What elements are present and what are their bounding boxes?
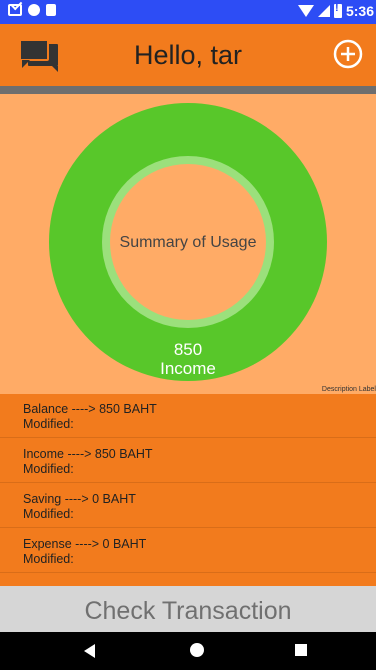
list-item-income[interactable]: Income ----> 850 BAHT Modified:: [0, 439, 376, 483]
status-bar-left: [8, 4, 56, 16]
chart-center-text: Summary of Usage: [119, 234, 257, 251]
circle-icon: [28, 4, 40, 16]
app-bar-divider: [0, 86, 376, 94]
gmail-icon: [8, 4, 22, 16]
list-item-modified: Modified:: [23, 507, 74, 521]
battery-icon: [333, 2, 342, 18]
app-bar: Hello, tar: [0, 24, 376, 86]
slice-value: 850: [173, 340, 203, 359]
screen: 5:36 Hello, tar Summary of Usage 850 Inc…: [0, 0, 376, 670]
list-item-modified: Modified:: [23, 552, 74, 566]
list-item-modified: Modified:: [23, 417, 74, 431]
list-item-modified: Modified:: [23, 462, 74, 476]
list-item-expense[interactable]: Expense ----> 0 BAHT Modified:: [0, 529, 376, 573]
list-item-title: Expense ----> 0 BAHT: [23, 537, 147, 551]
recent-apps-icon[interactable]: [295, 644, 307, 656]
list-item-title: Saving ----> 0 BAHT: [23, 492, 136, 506]
status-time: 5:36: [345, 3, 374, 19]
chart-description: Description Label: [321, 386, 376, 393]
add-circle-icon[interactable]: [332, 38, 364, 70]
slice-label: 850 Income: [0, 340, 376, 378]
summary-chart: Summary of Usage 850 Income Description …: [0, 94, 376, 394]
back-icon[interactable]: [84, 644, 95, 658]
status-bar-right: 5:36: [297, 2, 374, 19]
status-bar: 5:36: [0, 0, 376, 24]
slice-name: Income: [160, 359, 216, 378]
list-item-saving[interactable]: Saving ----> 0 BAHT Modified:: [0, 484, 376, 528]
check-transaction-button[interactable]: Check Transaction: [0, 586, 376, 632]
wifi-icon: [297, 5, 314, 17]
list-item-title: Balance ----> 850 BAHT: [23, 402, 157, 416]
navigation-bar: [0, 632, 376, 670]
signal-icon: [317, 5, 330, 17]
page-title: Hello, tar: [133, 40, 243, 70]
list-item-balance[interactable]: Balance ----> 850 BAHT Modified:: [0, 394, 376, 438]
home-icon[interactable]: [190, 643, 204, 657]
list-item-title: Income ----> 850 BAHT: [23, 447, 153, 461]
summary-list: Balance ----> 850 BAHT Modified: Income …: [0, 394, 376, 586]
card-icon: [46, 4, 56, 16]
